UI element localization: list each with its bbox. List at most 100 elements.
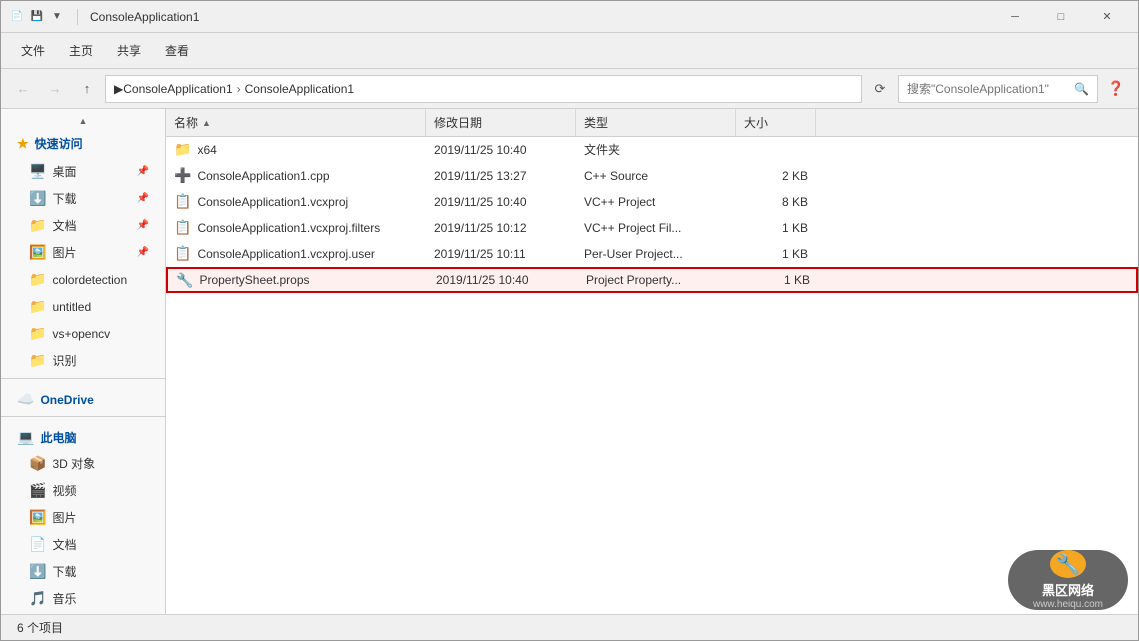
file-name: PropertySheet.props xyxy=(199,273,309,287)
sidebar-divider-1 xyxy=(1,378,165,379)
maximize-button[interactable]: □ xyxy=(1038,1,1084,33)
music-icon: 🎵 xyxy=(29,590,46,607)
sidebar-item-label: 图片 xyxy=(52,509,76,526)
sidebar-item-label: 识别 xyxy=(52,352,76,369)
file-size-cell: 1 KB xyxy=(736,215,816,240)
file-date-cell: 2019/11/25 10:12 xyxy=(426,215,576,240)
folder-icon: 📁 xyxy=(29,325,46,342)
file-name-cell: ➕ ConsoleApplication1.cpp xyxy=(166,163,426,188)
sidebar-item-pictures[interactable]: 🖼️ 图片 📌 xyxy=(1,239,165,266)
table-row[interactable]: 📋 ConsoleApplication1.vcxproj 2019/11/25… xyxy=(166,189,1138,215)
cloud-icon: ☁️ xyxy=(17,391,34,408)
table-row[interactable]: 📋 ConsoleApplication1.vcxproj.user 2019/… xyxy=(166,241,1138,267)
help-button[interactable]: ❓ xyxy=(1102,75,1130,103)
menu-item-share[interactable]: 共享 xyxy=(105,38,153,63)
status-bar: 6 个项目 xyxy=(1,614,1138,640)
quick-access-header[interactable]: ★ 快速访问 xyxy=(1,129,165,158)
sidebar-item-documents[interactable]: 📁 文档 📌 xyxy=(1,212,165,239)
file-name: x64 xyxy=(197,143,216,157)
sidebar-item-label: 3D 对象 xyxy=(52,455,95,472)
sort-arrow-name: ▲ xyxy=(202,118,211,128)
table-row[interactable]: ➕ ConsoleApplication1.cpp 2019/11/25 13:… xyxy=(166,163,1138,189)
file-icon: ➕ xyxy=(174,167,191,184)
sidebar-item-label: untitled xyxy=(52,300,91,314)
file-type-cell: VC++ Project xyxy=(576,189,736,214)
download-icon: ⬇️ xyxy=(29,190,46,207)
col-header-size[interactable]: 大小 xyxy=(736,109,816,136)
window-controls: ─ □ ✕ xyxy=(992,1,1130,33)
sidebar-item-pictures2[interactable]: 🖼️ 图片 xyxy=(1,504,165,531)
sidebar-item-downloads2[interactable]: ⬇️ 下载 xyxy=(1,558,165,585)
col-type-label: 类型 xyxy=(584,114,608,131)
file-size-cell: 1 KB xyxy=(736,241,816,266)
downloads2-icon: ⬇️ xyxy=(29,563,46,580)
file-date-cell: 2019/11/25 10:40 xyxy=(428,269,578,291)
file-name: ConsoleApplication1.cpp xyxy=(197,169,329,183)
sidebar-item-docs2[interactable]: 📄 文档 xyxy=(1,531,165,558)
docs-icon: 📁 xyxy=(29,217,46,234)
table-row[interactable]: 📁 x64 2019/11/25 10:40 文件夹 xyxy=(166,137,1138,163)
menu-item-file[interactable]: 文件 xyxy=(9,38,57,63)
file-type-cell: Per-User Project... xyxy=(576,241,736,266)
sidebar-scroll-up[interactable]: ▲ xyxy=(1,113,165,129)
sidebar-item-desktop[interactable]: 🖥️ 桌面 📌 xyxy=(1,158,165,185)
sidebar-item-label: 视频 xyxy=(52,482,76,499)
close-button[interactable]: ✕ xyxy=(1084,1,1130,33)
forward-button[interactable]: → xyxy=(41,75,69,103)
sidebar-item-label: colordetection xyxy=(52,273,127,287)
file-type-cell: C++ Source xyxy=(576,163,736,188)
col-date-label: 修改日期 xyxy=(434,114,482,131)
sidebar-item-music[interactable]: 🎵 音乐 xyxy=(1,585,165,612)
file-type-cell: Project Property... xyxy=(578,269,738,291)
sidebar-item-video[interactable]: 🎬 视频 xyxy=(1,477,165,504)
file-name-cell: 📋 ConsoleApplication1.vcxproj.filters xyxy=(166,215,426,240)
minimize-button[interactable]: ─ xyxy=(992,1,1038,33)
sidebar-item-downloads[interactable]: ⬇️ 下载 📌 xyxy=(1,185,165,212)
title-bar: 📄 💾 ▼ ConsoleApplication1 ─ □ ✕ xyxy=(1,1,1138,33)
path-segment-2: ConsoleApplication1 xyxy=(245,82,354,96)
pictures2-icon: 🖼️ xyxy=(29,509,46,526)
thispc-header[interactable]: 💻 此电脑 xyxy=(1,421,165,450)
thispc-label: 此电脑 xyxy=(40,429,76,446)
back-button[interactable]: ← xyxy=(9,75,37,103)
quick-access-label: 快速访问 xyxy=(35,135,83,152)
folder-icon: 📁 xyxy=(29,271,46,288)
search-input[interactable] xyxy=(907,82,1070,96)
docs2-icon: 📄 xyxy=(29,536,46,553)
search-box: 🔍 xyxy=(898,75,1098,103)
file-list: 📁 x64 2019/11/25 10:40 文件夹 ➕ ConsoleAppl… xyxy=(166,137,1138,614)
sidebar-item-recognition[interactable]: 📁 识别 xyxy=(1,347,165,374)
menu-item-view[interactable]: 查看 xyxy=(153,38,201,63)
file-name: ConsoleApplication1.vcxproj.filters xyxy=(197,221,380,235)
refresh-button[interactable]: ⟳ xyxy=(866,75,894,103)
sidebar-item-3d[interactable]: 📦 3D 对象 xyxy=(1,450,165,477)
file-icon: 📋 xyxy=(174,245,191,262)
file-name: ConsoleApplication1.vcxproj.user xyxy=(197,247,374,261)
col-header-date[interactable]: 修改日期 xyxy=(426,109,576,136)
col-header-type[interactable]: 类型 xyxy=(576,109,736,136)
file-icon: 📁 xyxy=(174,141,191,158)
table-row[interactable]: 📋 ConsoleApplication1.vcxproj.filters 20… xyxy=(166,215,1138,241)
col-header-name[interactable]: 名称 ▲ xyxy=(166,109,426,136)
file-date-cell: 2019/11/25 13:27 xyxy=(426,163,576,188)
file-size-cell xyxy=(736,137,816,162)
menu-bar: 文件 主页 共享 查看 xyxy=(1,33,1138,69)
table-row[interactable]: 🔧 PropertySheet.props 2019/11/25 10:40 P… xyxy=(166,267,1138,293)
pin-icon: 📌 xyxy=(137,193,149,204)
computer-icon: 💻 xyxy=(17,429,34,446)
sidebar-item-vsopencv[interactable]: 📁 vs+opencv xyxy=(1,320,165,347)
file-name-cell: 📋 ConsoleApplication1.vcxproj xyxy=(166,189,426,214)
sidebar-item-colordetection[interactable]: 📁 colordetection xyxy=(1,266,165,293)
file-size-cell: 8 KB xyxy=(736,189,816,214)
main-content: ▲ ★ 快速访问 🖥️ 桌面 📌 ⬇️ 下载 📌 📁 文档 📌 🖼 xyxy=(1,109,1138,614)
star-icon: ★ xyxy=(17,136,29,152)
pin-icon: 📌 xyxy=(137,247,149,258)
title-divider xyxy=(77,9,78,25)
dropdown-icon[interactable]: ▼ xyxy=(49,9,65,25)
menu-item-home[interactable]: 主页 xyxy=(57,38,105,63)
watermark-url: www.heiqu.com xyxy=(1033,599,1103,610)
address-path[interactable]: ▶ ConsoleApplication1 › ConsoleApplicati… xyxy=(105,75,862,103)
onedrive-header[interactable]: ☁️ OneDrive xyxy=(1,383,165,412)
up-button[interactable]: ↑ xyxy=(73,75,101,103)
sidebar-item-untitled[interactable]: 📁 untitled xyxy=(1,293,165,320)
